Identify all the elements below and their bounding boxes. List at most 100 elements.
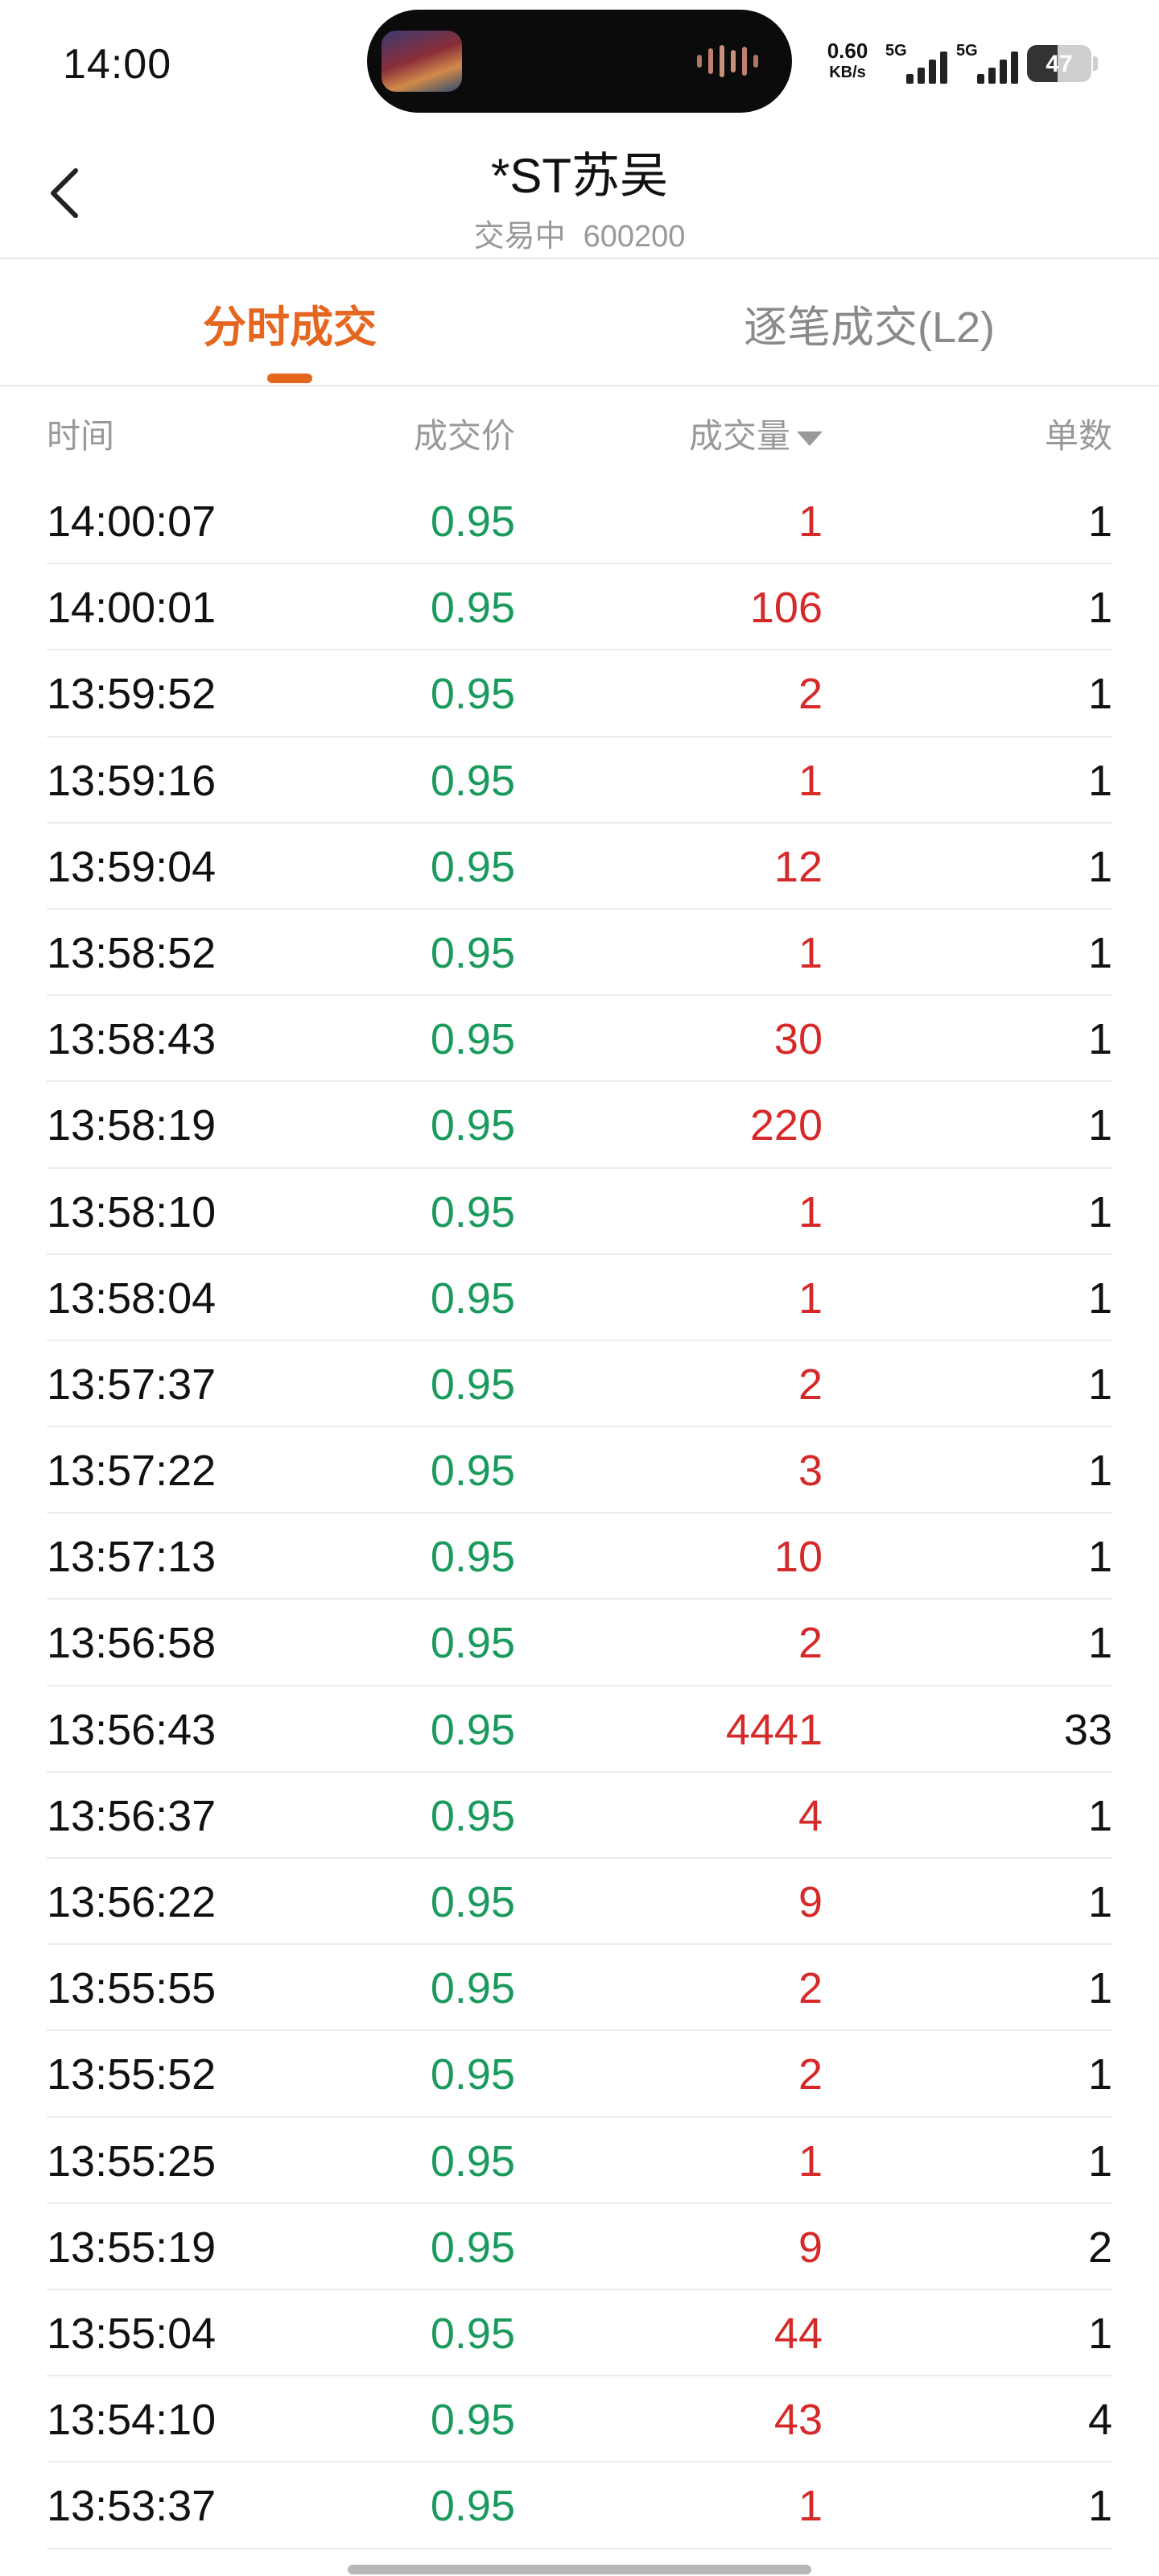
trade-count: 1 <box>1087 1447 1112 1496</box>
trade-count: 1 <box>1087 756 1112 805</box>
trade-list[interactable]: 14:00:07 0.95 1 1 14:00:01 0.95 106 1 13:59:52 0.… <box>47 478 1112 2576</box>
trade-row[interactable]: 13:57:13 0.95 10 1 <box>47 1513 1112 1600</box>
trade-time: 13:57:13 <box>47 1533 217 1582</box>
trade-row[interactable]: 13:58:04 0.95 1 1 <box>47 1255 1112 1341</box>
trade-price: 0.95 <box>430 2223 515 2272</box>
trade-time: 13:55:52 <box>47 2050 217 2099</box>
trade-row[interactable]: 13:56:43 0.95 4441 33 <box>47 1686 1112 1773</box>
trade-count: 2 <box>1087 2223 1112 2272</box>
status-bar: 14:00 0.60 KB/s 5G 5G 47 <box>0 0 1159 121</box>
trade-volume: 44 <box>773 2309 823 2358</box>
trade-price: 0.95 <box>430 1791 515 1840</box>
home-indicator[interactable] <box>348 2565 811 2574</box>
trade-price: 0.95 <box>430 1964 515 2013</box>
trade-row[interactable]: 13:54:10 0.95 43 4 <box>47 2376 1112 2463</box>
trade-detail-page: 14:00 0.60 KB/s 5G 5G 47 *ST苏吴 交易中 60020… <box>0 0 1159 2576</box>
trade-volume: 1 <box>798 928 823 977</box>
trade-volume: 12 <box>773 842 823 891</box>
trade-price: 0.95 <box>430 756 515 805</box>
trade-price: 0.95 <box>430 1533 515 1582</box>
trade-row[interactable]: 13:56:37 0.95 4 1 <box>47 1773 1112 1859</box>
trade-volume: 9 <box>798 2223 823 2272</box>
trade-time: 13:55:19 <box>47 2223 217 2272</box>
trade-count: 1 <box>1087 1015 1112 1064</box>
column-header-volume[interactable]: 成交量 <box>612 409 823 458</box>
trade-volume: 2 <box>798 2050 823 2099</box>
trade-volume: 220 <box>749 1101 823 1150</box>
trade-row[interactable]: 13:55:25 0.95 1 1 <box>47 2118 1112 2204</box>
trade-time: 13:57:37 <box>47 1360 217 1409</box>
trade-count: 1 <box>1087 2309 1112 2358</box>
signal-bars-icon <box>977 52 1018 84</box>
trade-time: 13:58:04 <box>47 1274 217 1323</box>
sim2-signal: 5G <box>956 42 1029 87</box>
trade-time: 13:59:04 <box>47 842 217 891</box>
trade-time: 13:56:22 <box>47 1878 217 1926</box>
trade-row[interactable]: 13:55:04 0.95 44 1 <box>47 2290 1112 2377</box>
trade-volume: 1 <box>798 2482 823 2531</box>
signal-bars-icon <box>906 52 947 84</box>
trade-volume: 3 <box>798 1447 823 1496</box>
trade-price: 0.95 <box>430 2396 515 2445</box>
trade-count: 1 <box>1087 1187 1112 1236</box>
trade-count: 1 <box>1087 1964 1112 2013</box>
stock-subtitle: 交易中 600200 <box>0 211 1159 255</box>
trade-count: 1 <box>1087 1619 1112 1668</box>
trade-price: 0.95 <box>430 1360 515 1409</box>
sort-desc-icon[interactable] <box>797 431 823 446</box>
trade-price: 0.95 <box>430 2482 515 2531</box>
trade-time: 13:56:43 <box>47 1705 217 1754</box>
trade-count: 1 <box>1087 584 1112 633</box>
trade-row[interactable]: 13:56:22 0.95 9 1 <box>47 1859 1112 1946</box>
trade-row[interactable]: 14:00:01 0.95 106 1 <box>47 564 1112 651</box>
trade-price: 0.95 <box>430 1705 515 1754</box>
trade-row[interactable]: 13:59:16 0.95 1 1 <box>47 737 1112 824</box>
trade-row[interactable]: 13:55:52 0.95 2 1 <box>47 2031 1112 2118</box>
trade-row[interactable]: 13:55:55 0.95 2 1 <box>47 1945 1112 2032</box>
trade-price: 0.95 <box>430 584 515 633</box>
column-header-volume-label: 成交量 <box>688 417 790 455</box>
now-playing-artwork <box>382 31 462 92</box>
trade-count: 1 <box>1087 2482 1112 2531</box>
trade-volume: 106 <box>749 584 823 633</box>
trade-row[interactable]: 13:59:52 0.95 2 1 <box>47 650 1112 737</box>
audio-wave-icon <box>697 45 758 77</box>
trade-row[interactable]: 13:58:19 0.95 220 1 <box>47 1082 1112 1169</box>
trade-row[interactable]: 13:58:10 0.95 1 1 <box>47 1169 1112 1255</box>
battery-cap <box>1093 56 1098 71</box>
trade-row[interactable]: 13:53:37 0.95 1 1 <box>47 2462 1112 2549</box>
trade-time: 13:54:10 <box>47 2396 217 2445</box>
trade-price: 0.95 <box>430 497 515 546</box>
trade-volume: 2 <box>798 1360 823 1409</box>
trade-price: 0.95 <box>430 2136 515 2186</box>
stock-code: 600200 <box>583 220 686 254</box>
trade-count: 1 <box>1087 1274 1112 1323</box>
sim1-signal: 5G <box>885 42 958 87</box>
column-header-time: 时间 <box>47 417 115 455</box>
trade-row[interactable]: 13:59:04 0.95 12 1 <box>47 824 1112 910</box>
tab-tick-trades-l2[interactable]: 逐笔成交(L2) <box>708 291 1030 355</box>
trade-count: 1 <box>1087 1101 1112 1150</box>
trade-row[interactable]: 13:57:22 0.95 3 1 <box>47 1427 1112 1514</box>
dynamic-island[interactable] <box>367 10 792 113</box>
trade-row[interactable]: 13:56:58 0.95 2 1 <box>47 1600 1112 1686</box>
trade-time: 13:53:37 <box>47 2482 217 2531</box>
trade-time: 13:57:22 <box>47 1447 217 1496</box>
active-tab-indicator <box>267 374 312 383</box>
trade-row[interactable]: 14:00:07 0.95 1 1 <box>47 478 1112 565</box>
trade-count: 1 <box>1087 1878 1112 1926</box>
trade-row[interactable]: 13:55:19 0.95 9 2 <box>47 2204 1112 2290</box>
trade-volume: 2 <box>798 1619 823 1668</box>
trade-count: 1 <box>1087 928 1112 977</box>
trade-row[interactable]: 13:58:52 0.95 1 1 <box>47 910 1112 997</box>
trade-time: 14:00:01 <box>47 584 217 633</box>
trade-time: 13:58:52 <box>47 928 217 977</box>
trade-row[interactable]: 13:58:43 0.95 30 1 <box>47 996 1112 1083</box>
trade-time: 13:58:19 <box>47 1101 217 1150</box>
trade-row[interactable]: 13:57:37 0.95 2 1 <box>47 1341 1112 1428</box>
trade-price: 0.95 <box>430 1187 515 1236</box>
trade-count: 4 <box>1087 2396 1112 2445</box>
trade-count: 1 <box>1087 1791 1112 1840</box>
tab-intraday-trades[interactable]: 分时成交 <box>193 291 386 355</box>
trade-volume: 1 <box>798 497 823 546</box>
